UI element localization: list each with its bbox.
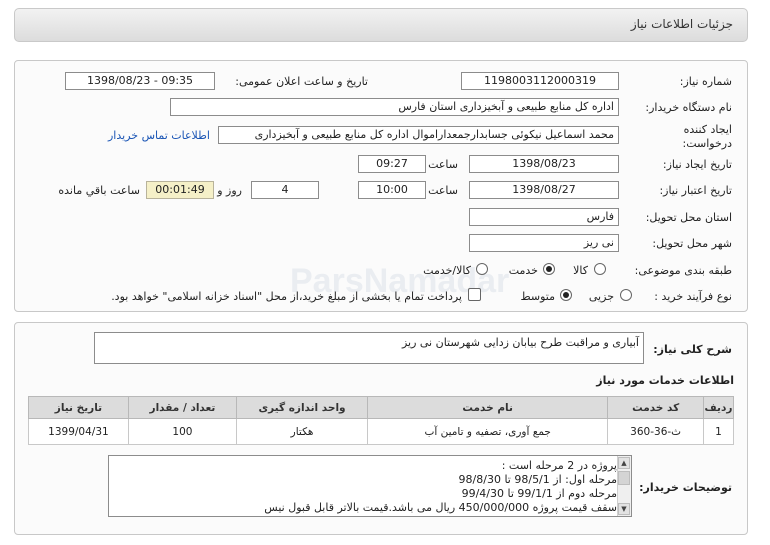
col-code-header: کد خدمت (607, 396, 704, 419)
remaining-time-label: ساعت باقي مانده (58, 184, 140, 197)
summary-label: شرح کلی نیاز: (653, 343, 732, 356)
category-option-service: خدمت (508, 264, 538, 277)
buyer-notes-line-2: مرحله اول: از 98/5/1 تا 98/8/30 (458, 473, 617, 486)
announce-datetime-field[interactable]: 1398/08/23 - 09:35 (65, 72, 215, 90)
page-title: جزئیات اطلاعات نیاز (630, 17, 733, 31)
scroll-up-icon[interactable]: ▲ (618, 457, 630, 469)
need-number-label: شماره نیاز: (679, 75, 732, 88)
validity-time-label: ساعت (428, 184, 458, 197)
cell-qty: 100 (127, 418, 238, 445)
need-number-field[interactable]: 1198003112000319 (461, 72, 619, 90)
table-row[interactable]: 1 ث-36-360 جمع آوری، تصفیه و تامین آب هک… (28, 418, 735, 445)
buyer-notes-scrollbar[interactable]: ▲ ▼ (617, 456, 631, 516)
process-radio-minor[interactable] (620, 289, 632, 301)
scroll-thumb[interactable] (618, 471, 630, 485)
cell-date: 1399/04/31 (28, 418, 129, 445)
city-field[interactable]: نی ریز (469, 234, 619, 252)
created-date-field[interactable]: 1398/08/23 (469, 155, 619, 173)
created-time-field[interactable]: 09:27 (358, 155, 426, 173)
buyer-notes-label: توضیحات خریدار: (639, 481, 732, 494)
buyer-notes-line-4: سقف قیمت پروژه 450/000/000 ریال می باشد.… (264, 501, 617, 514)
days-and-label: روز و (217, 184, 242, 197)
summary-text: آبیاری و مراقبت طرح بیابان زدایی شهرستان… (401, 336, 639, 349)
services-section-title: اطلاعات خدمات مورد نیاز (596, 374, 734, 387)
validity-date-field[interactable]: 1398/08/27 (469, 181, 619, 199)
services-table: ردیف کد خدمت نام خدمت واحد اندازه گیری ت… (28, 396, 735, 445)
summary-field[interactable]: آبیاری و مراقبت طرح بیابان زدایی شهرستان… (94, 332, 644, 364)
remaining-time-field: 00:01:49 (146, 181, 214, 199)
validity-time-field[interactable]: 10:00 (358, 181, 426, 199)
category-radio-goods[interactable] (594, 263, 606, 275)
buyer-org-field[interactable]: اداره کل منابع طبیعی و آبخیزداری استان ف… (170, 98, 619, 116)
page-header: جزئیات اطلاعات نیاز (14, 8, 748, 42)
col-date-header: تاریخ نیاز (28, 396, 129, 419)
treasury-payment-note: پرداخت تمام یا بخشی از مبلغ خرید،از محل … (111, 290, 462, 303)
process-option-medium: متوسط (520, 290, 555, 303)
treasury-payment-checkbox[interactable] (468, 288, 481, 301)
announce-datetime-label: تاریخ و ساعت اعلان عمومی: (235, 75, 368, 88)
process-option-minor: جزیی (588, 290, 614, 303)
creator-field[interactable]: محمد اسماعیل نیکوئی جسابدارجمعداراموال ا… (218, 126, 619, 144)
buyer-notes-line-3: مرحله دوم از 99/1/1 تا 99/4/30 (461, 487, 617, 500)
created-date-label: تاریخ ایجاد نیاز: (662, 158, 732, 171)
province-label: استان محل تحویل: (645, 211, 732, 224)
scroll-down-icon[interactable]: ▼ (618, 503, 630, 515)
buyer-notes-line-1: پروژه در 2 مرحله است : (501, 459, 617, 472)
cell-code: ث-36-360 (607, 418, 704, 445)
city-label: شهر محل تحویل: (652, 237, 732, 250)
province-field[interactable]: فارس (469, 208, 619, 226)
cell-unit: هکتار (236, 418, 369, 445)
services-table-header: ردیف کد خدمت نام خدمت واحد اندازه گیری ت… (28, 396, 735, 419)
category-label: طبقه بندی موضوعی: (634, 264, 732, 277)
created-time-label: ساعت (428, 158, 458, 171)
cell-name: جمع آوری، تصفیه و تامین آب (367, 418, 609, 445)
col-unit-header: واحد اندازه گیری (236, 396, 369, 419)
remaining-days-field: 4 (251, 181, 319, 199)
category-radio-goods-service[interactable] (476, 263, 488, 275)
creator-label: ایجاد کننده درخواست: (672, 123, 732, 151)
buyer-contact-link[interactable]: اطلاعات تماس خریدار (108, 129, 210, 142)
category-option-goods-service: کالا/خدمت (423, 264, 471, 277)
category-radio-service[interactable] (543, 263, 555, 275)
cell-row: 1 (702, 418, 735, 445)
col-qty-header: تعداد / مقدار (127, 396, 238, 419)
category-option-goods: کالا (573, 264, 588, 277)
validity-date-label: تاریخ اعتبار نیاز: (659, 184, 732, 197)
col-name-header: نام خدمت (367, 396, 609, 419)
buyer-org-label: نام دستگاه خریدار: (645, 101, 732, 114)
process-radio-medium[interactable] (560, 289, 572, 301)
process-label: نوع فرآیند خرید : (654, 290, 732, 303)
col-row-header: ردیف (702, 396, 735, 419)
buyer-notes-field[interactable]: پروژه در 2 مرحله است : مرحله اول: از 98/… (108, 455, 632, 517)
creator-label-text: ایجاد کننده درخواست: (682, 123, 732, 150)
